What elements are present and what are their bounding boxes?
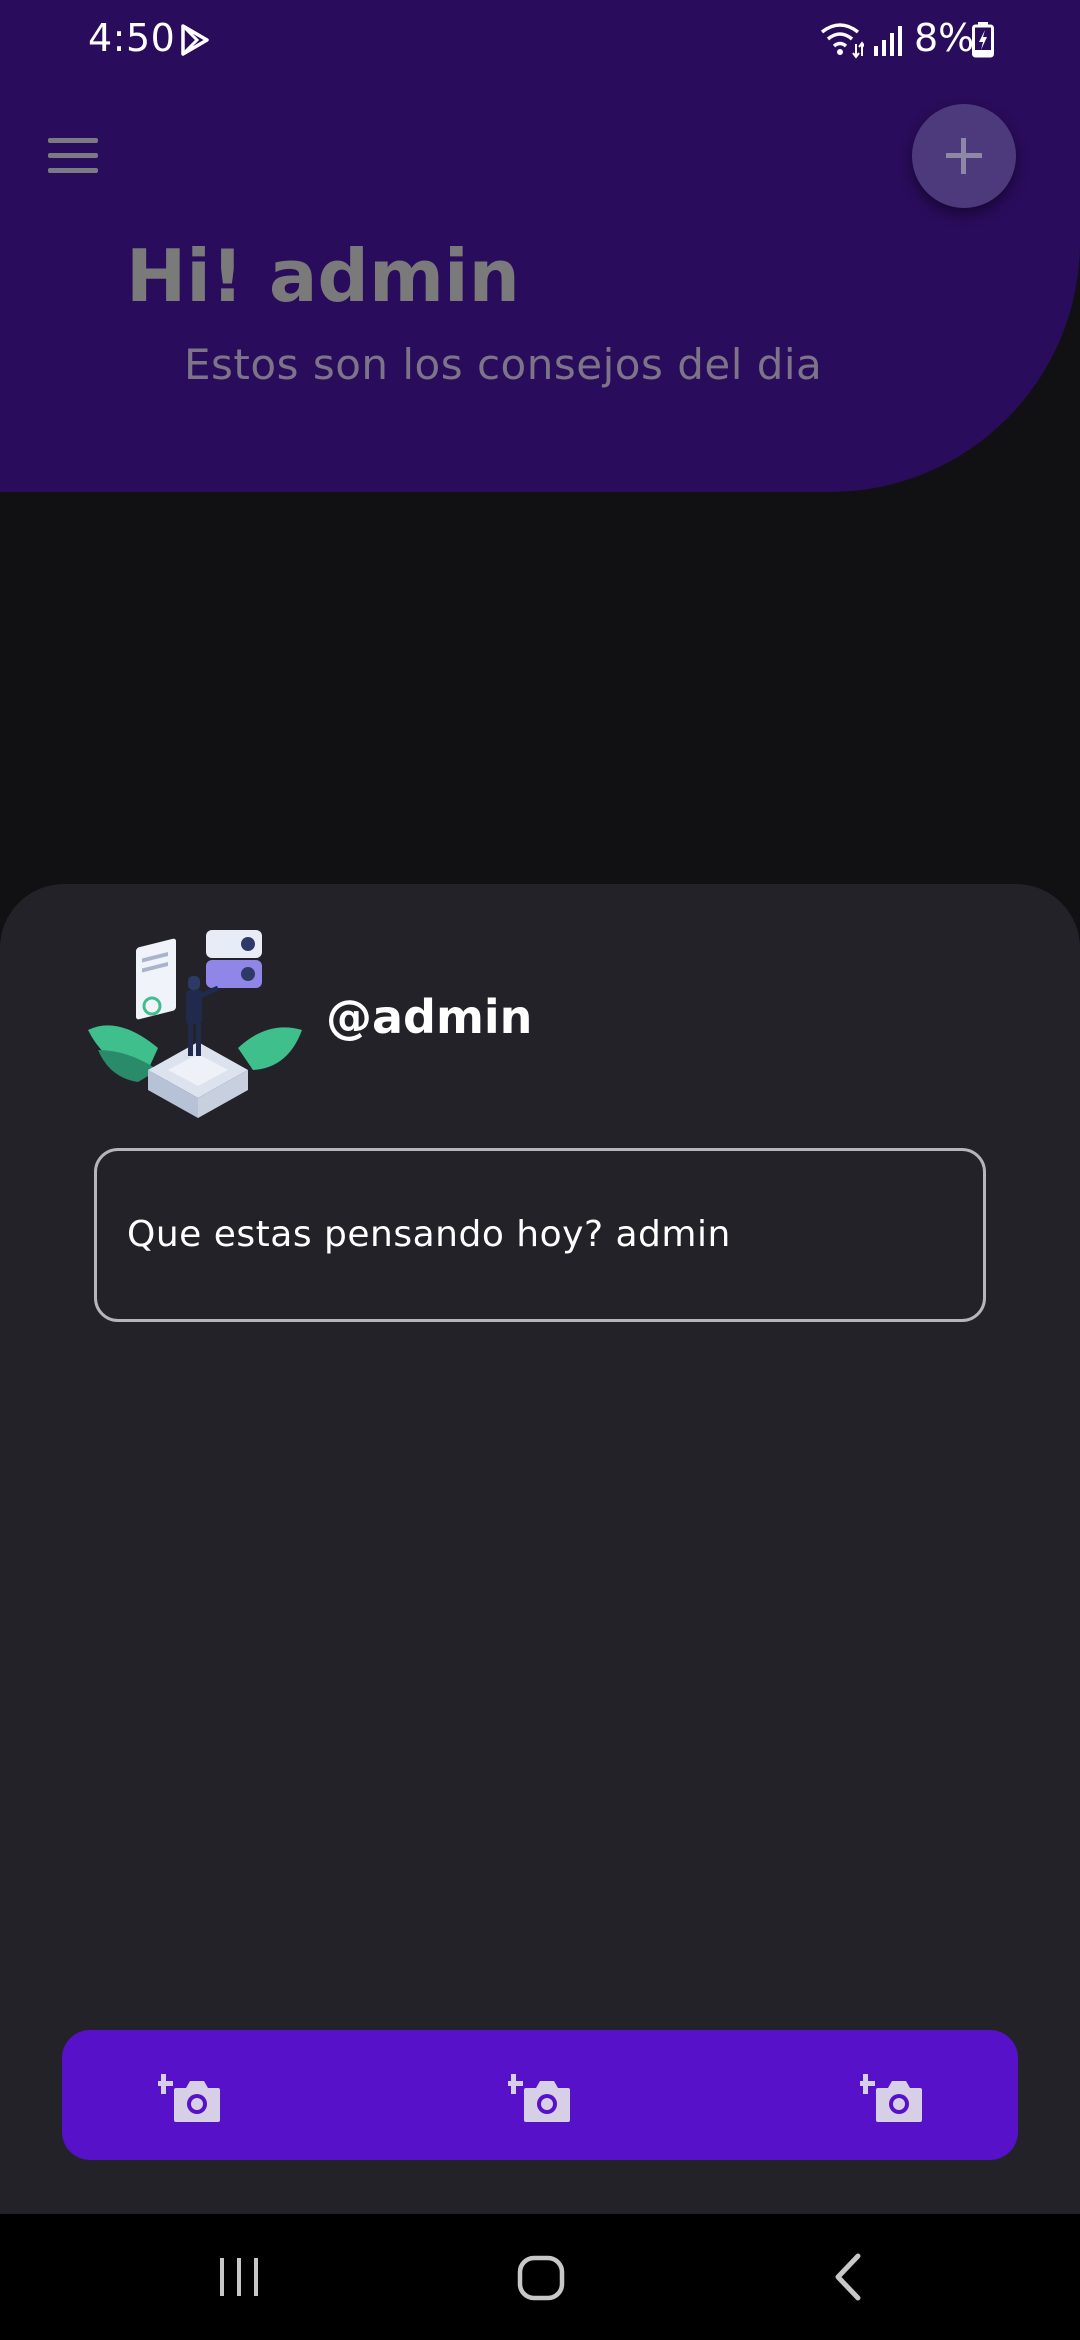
- status-time: 4:50: [88, 16, 176, 60]
- add-photo-icon: [154, 2074, 220, 2122]
- play-store-icon: [181, 24, 209, 56]
- media-bar: [62, 2030, 1018, 2160]
- battery-charging-icon: [972, 22, 994, 58]
- recents-icon[interactable]: [216, 2254, 262, 2300]
- app-screen: 4:50 8% Hi! admin Estos son los consejos…: [0, 0, 1080, 2340]
- home-icon[interactable]: [516, 2254, 566, 2302]
- greeting-subtitle: Estos son los consejos del dia: [184, 340, 823, 389]
- add-photo-button-3[interactable]: [856, 2066, 926, 2126]
- add-photo-button-1[interactable]: [154, 2066, 224, 2126]
- plus-icon: [946, 138, 982, 174]
- username-label: @admin: [326, 990, 533, 1044]
- add-button[interactable]: [912, 104, 1016, 208]
- status-bar: 4:50 8%: [0, 0, 1080, 84]
- greeting-title: Hi! admin: [126, 234, 520, 318]
- hamburger-menu-icon[interactable]: [48, 136, 98, 176]
- add-photo-icon: [504, 2074, 570, 2122]
- user-illustration: [88, 930, 302, 1118]
- signal-icon: [874, 26, 902, 56]
- back-icon[interactable]: [828, 2252, 868, 2302]
- add-photo-button-2[interactable]: [504, 2066, 574, 2126]
- post-composer-card: @admin Que estas pensando hoy? admin: [0, 884, 1080, 2214]
- post-text-field[interactable]: Que estas pensando hoy? admin: [94, 1148, 986, 1322]
- add-photo-icon: [856, 2074, 922, 2122]
- system-nav-bar: [0, 2214, 1080, 2340]
- battery-percent: 8%: [914, 16, 975, 60]
- wifi-icon: [820, 23, 864, 59]
